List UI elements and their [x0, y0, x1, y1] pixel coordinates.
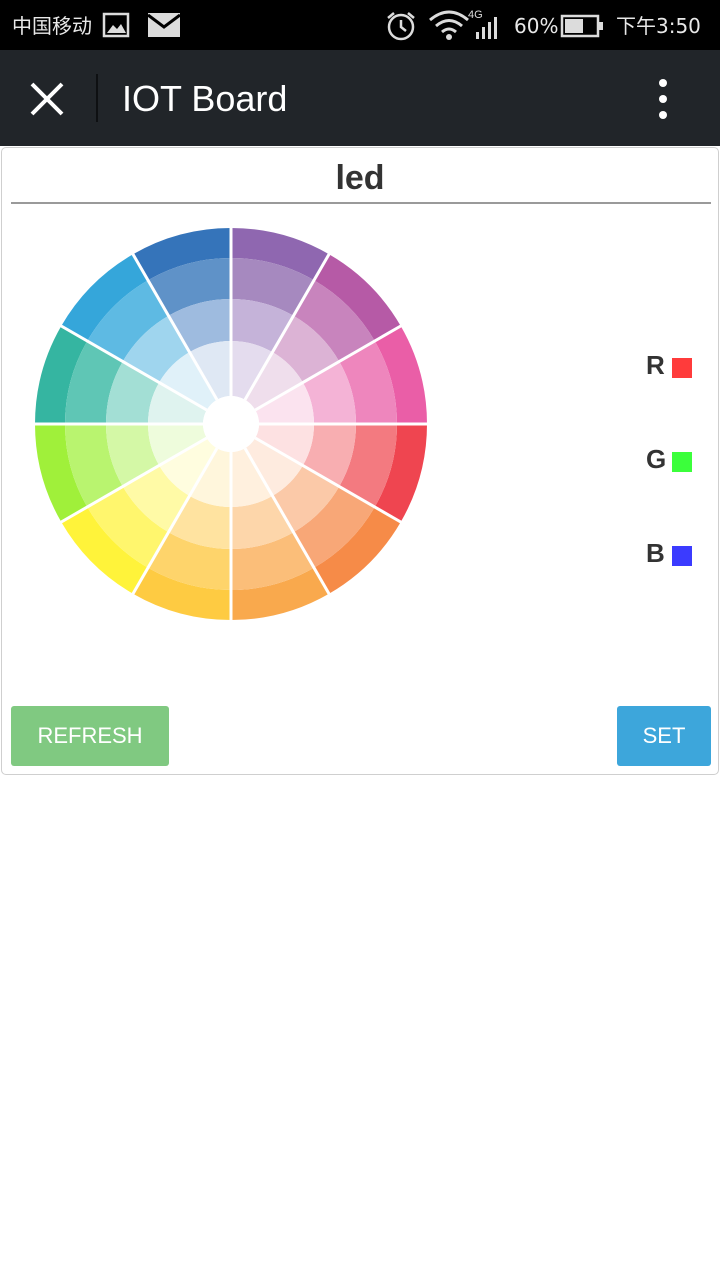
device-title: led	[335, 159, 385, 197]
close-icon[interactable]	[28, 80, 66, 118]
wheel-center[interactable]	[203, 396, 259, 452]
channel-b-swatch	[672, 546, 692, 566]
channel-r-swatch	[672, 358, 692, 378]
wifi-icon	[428, 8, 470, 47]
device-card: led R G B REFRESH SET	[1, 147, 719, 775]
channel-b: B	[646, 538, 706, 568]
set-button[interactable]: SET	[617, 706, 711, 766]
color-wheel[interactable]	[35, 228, 427, 620]
carrier-name: 中国移动	[12, 14, 92, 38]
mail-icon	[147, 12, 181, 43]
image-icon	[102, 12, 130, 43]
channel-b-label: B	[646, 538, 665, 568]
refresh-button[interactable]: REFRESH	[11, 706, 169, 766]
alarm-icon	[385, 10, 417, 47]
channel-r: R	[646, 350, 706, 380]
signal-icon	[474, 16, 502, 45]
toolbar-divider	[96, 74, 98, 122]
more-vert-icon[interactable]	[652, 77, 674, 121]
channel-g-label: G	[646, 444, 667, 474]
channel-g: G	[646, 444, 706, 474]
channel-g-swatch	[672, 452, 692, 472]
channel-r-label: R	[646, 350, 665, 380]
page-title: IOT Board	[122, 78, 288, 119]
battery-level-fill	[565, 19, 583, 33]
title-divider	[11, 202, 711, 204]
status-bar: 中国移动 4G 60% 下午3:50	[0, 0, 720, 50]
app-toolbar: IOT Board	[0, 50, 720, 146]
clock: 下午3:50	[616, 14, 701, 38]
battery-percent: 60%	[514, 14, 559, 38]
battery-icon	[560, 14, 604, 43]
